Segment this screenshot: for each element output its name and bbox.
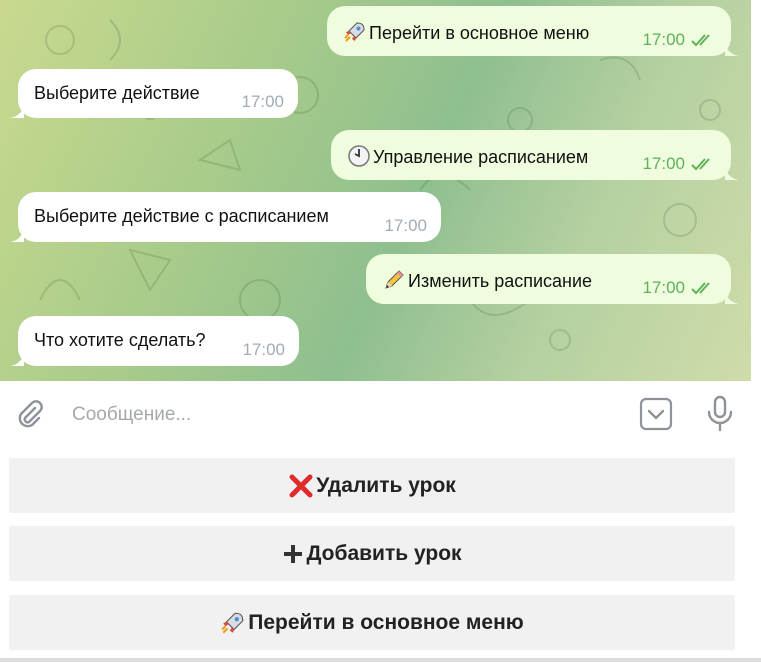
pencil-icon bbox=[385, 270, 404, 289]
read-ticks-icon bbox=[691, 158, 710, 171]
chat-history: Перейти в основное меню 17:00 Выберите д… bbox=[0, 0, 751, 381]
bubble-tail bbox=[10, 352, 24, 366]
read-ticks-icon bbox=[691, 34, 710, 47]
message-text: Выберите действие с расписанием bbox=[34, 206, 329, 226]
message-text-content: Управление расписанием bbox=[373, 147, 589, 167]
button-label: Добавить урок bbox=[306, 541, 462, 565]
delete-lesson-button[interactable]: Удалить урок bbox=[9, 458, 735, 513]
message-text: Выберите действие bbox=[34, 83, 200, 103]
message-input[interactable] bbox=[70, 401, 594, 429]
rocket-icon bbox=[344, 22, 365, 42]
message-incoming[interactable]: Выберите действие 17:00 bbox=[10, 69, 298, 118]
message-text: Что хотите сделать? bbox=[34, 330, 206, 350]
message-text: Изменить расписание bbox=[382, 268, 592, 292]
message-time: 17:00 bbox=[242, 340, 285, 359]
message-text: Управление расписанием bbox=[347, 144, 588, 168]
message-text: Перейти в основное меню bbox=[343, 20, 589, 44]
divider bbox=[0, 658, 761, 662]
message-time: 17:00 bbox=[642, 30, 685, 49]
plus-icon bbox=[284, 544, 303, 563]
message-text-content: Перейти в основное меню bbox=[369, 23, 590, 43]
message-time: 17:00 bbox=[241, 92, 284, 111]
message-incoming[interactable]: Выберите действие с расписанием 17:00 bbox=[10, 192, 441, 242]
message-outgoing[interactable]: Управление расписанием 17:00 bbox=[331, 130, 739, 180]
rocket-icon bbox=[221, 612, 244, 634]
paperclip-icon[interactable] bbox=[14, 399, 46, 431]
message-time: 17:00 bbox=[384, 216, 427, 235]
button-label: Перейти в основное меню bbox=[248, 610, 524, 634]
message-outgoing[interactable]: Изменить расписание 17:00 bbox=[366, 254, 739, 304]
message-incoming[interactable]: Что хотите сделать? 17:00 bbox=[10, 316, 299, 366]
bubble-tail bbox=[725, 42, 739, 56]
scrollbar-track[interactable] bbox=[751, 0, 761, 381]
red-cross-icon bbox=[289, 474, 313, 497]
bot-reply-keyboard: Удалить урок Добавить урок Перейти в осн… bbox=[0, 449, 761, 662]
read-ticks-icon bbox=[691, 282, 710, 295]
microphone-icon[interactable] bbox=[705, 395, 735, 433]
clock-icon bbox=[348, 145, 370, 167]
bubble-tail bbox=[10, 104, 24, 118]
button-label: Удалить урок bbox=[316, 473, 456, 497]
bubble-tail bbox=[10, 228, 24, 242]
add-lesson-button[interactable]: Добавить урок bbox=[9, 526, 735, 581]
message-text-content: Изменить расписание bbox=[408, 271, 593, 291]
message-outgoing[interactable]: Перейти в основное меню 17:00 bbox=[327, 6, 739, 56]
message-time: 17:00 bbox=[642, 278, 685, 297]
bot-keyboard-toggle-icon[interactable] bbox=[639, 397, 673, 431]
bubble-tail bbox=[725, 290, 739, 304]
message-composer bbox=[0, 381, 751, 450]
message-time: 17:00 bbox=[642, 154, 685, 173]
bubble-tail bbox=[725, 166, 739, 180]
main-menu-button[interactable]: Перейти в основное меню bbox=[9, 595, 735, 650]
